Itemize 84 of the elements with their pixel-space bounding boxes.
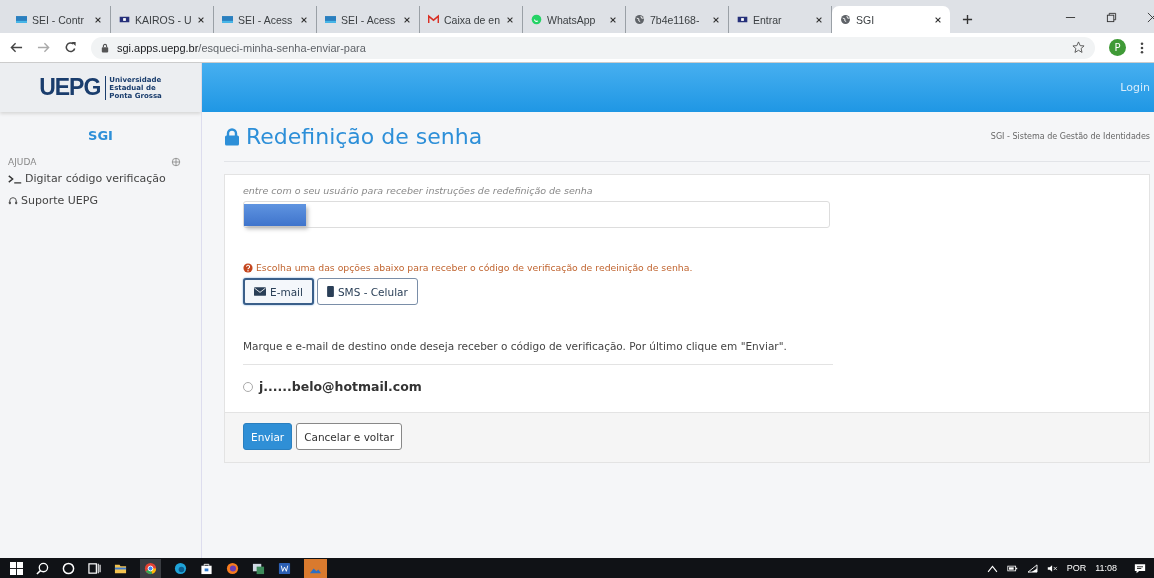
sei-logo-icon [222,14,233,25]
envelope-icon [254,287,266,296]
windows-start-icon[interactable] [10,561,23,575]
bookmark-star-icon[interactable] [1072,41,1085,54]
globe-icon [171,157,181,167]
browser-tab[interactable]: SGI [832,6,950,33]
close-icon[interactable] [94,15,102,24]
browser-tab[interactable]: SEI - Acess [214,6,317,33]
logo-mark: UEPG [39,74,101,101]
app-window-icon[interactable] [252,561,265,575]
close-icon[interactable] [506,15,514,24]
new-tab-icon[interactable] [962,14,973,25]
university-logo-icon [119,14,130,25]
tab-title: 7b4e1168- [650,13,701,26]
address-bar[interactable]: sgi.apps.uepg.br/esqueci-minha-senha-enviar-para [91,36,1095,59]
warning-text: Escolha uma das opções abaixo para receber o código de verificação de redeinição de senha. [256,262,693,273]
shopping-bag-icon[interactable] [200,561,213,575]
browser-tab[interactable]: SEI - Contr [8,6,111,33]
mail-logo-icon [428,14,439,25]
instruction-text: Marque e e-mail de destino onde deseja receber o código de verificação. Por último clique em "Enviar". [243,335,833,365]
globe-icon [840,14,851,25]
search-icon[interactable] [36,561,49,575]
terminal-icon [8,173,22,184]
sei-logo-icon [325,14,336,25]
app-title: SGI [87,127,114,145]
input-language[interactable]: POR [1066,563,1087,573]
close-icon[interactable] [934,15,942,24]
tab-title: KAIROS - U [135,13,192,26]
form-hint: entre com o seu usuário para receber instruções de redefinição de senha [243,185,594,196]
close-icon[interactable] [712,15,720,24]
menu-icon[interactable] [1140,41,1144,54]
tab-title: SEI - Acess [341,13,397,26]
browser-icon[interactable] [174,561,187,575]
tab-title: Caixa de en [444,13,501,26]
task-view-icon[interactable] [88,561,101,575]
muted-speaker-icon[interactable] [1046,563,1058,573]
browser-icon[interactable] [140,558,161,578]
restore-icon[interactable] [1106,12,1117,23]
cancel-button[interactable]: Cancelar e voltar [296,423,403,450]
close-icon[interactable] [609,15,617,24]
sei-logo-icon [16,14,27,25]
close-icon[interactable] [403,15,411,24]
browser-tab[interactable]: WhatsApp [523,6,626,33]
wifi-icon[interactable] [1026,563,1038,573]
tab-title: Entrar [753,13,783,26]
section-heading: AJUDA [8,157,37,167]
university-logo-icon [737,14,748,25]
close-icon[interactable] [815,15,823,24]
clock[interactable]: 11:08 [1095,563,1117,573]
battery-icon[interactable] [1006,563,1018,573]
email-option-label[interactable]: j......belo@hotmail.com [259,379,422,394]
globe-icon [634,14,645,25]
lock-icon [224,127,240,146]
reload-icon[interactable] [64,41,77,54]
back-arrow-icon[interactable] [10,41,23,54]
profile-avatar[interactable]: P [1109,39,1126,56]
username-field[interactable] [243,201,830,228]
lock-icon [101,42,109,53]
method-button[interactable]: E-mail [243,278,314,305]
chat-logo-icon [531,14,542,25]
close-icon[interactable] [300,15,308,24]
method-button[interactable]: SMS - Celular [316,278,418,305]
circle-icon[interactable] [62,561,75,575]
phone-icon [326,286,334,297]
headset-icon [8,195,18,206]
document-app-icon[interactable] [278,561,291,575]
tab-title: SEI - Acess [238,13,294,26]
page-subtitle: SGI - Sistema de Gestão de Identidades [990,132,1150,141]
browser-tab[interactable]: 7b4e1168- [626,6,729,33]
fox-browser-icon[interactable] [226,561,239,575]
caret-up-icon[interactable] [986,563,998,573]
sidebar-item[interactable]: Digitar código verificação [0,167,201,189]
notifications-icon[interactable] [1134,562,1146,574]
sidebar-item[interactable]: Suporte UEPG [0,189,201,211]
tab-title: WhatsApp [547,13,597,26]
tab-title: SGI [856,13,876,26]
page-title: Redefinição de senha [246,124,483,149]
browser-tab[interactable]: KAIROS - U [111,6,214,33]
browser-tab[interactable]: Caixa de en [420,6,523,33]
tab-title: SEI - Contr [32,13,85,26]
help-icon [243,262,253,273]
close-icon[interactable] [197,15,205,24]
photos-app-icon[interactable] [304,558,327,578]
browser-tab[interactable]: SEI - Acess [317,6,420,33]
